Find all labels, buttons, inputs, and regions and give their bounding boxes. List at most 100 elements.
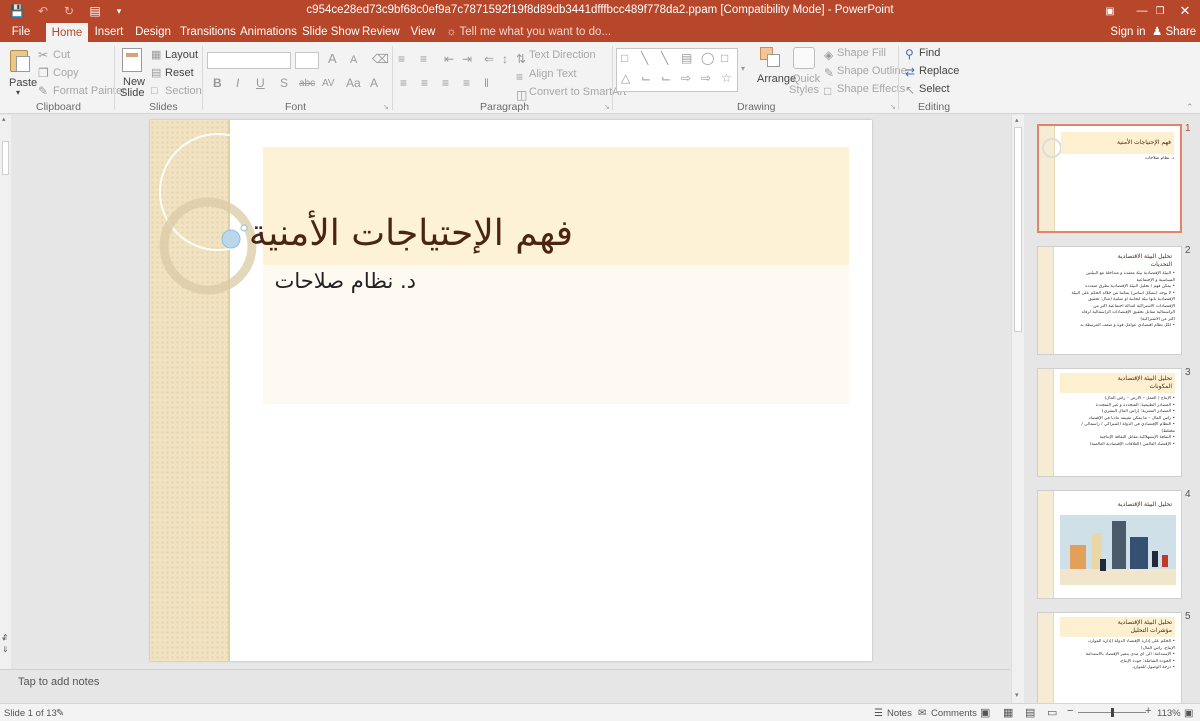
notes-pane[interactable]: Tap to add notes	[0, 669, 1010, 703]
scroll-up-icon[interactable]: ▴	[2, 115, 6, 123]
rectangle-icon[interactable]: □	[721, 51, 728, 65]
notes-button[interactable]: Notes	[887, 708, 912, 719]
gallery-more-icon[interactable]: ▾	[741, 62, 745, 76]
tab-animations[interactable]: Animations	[240, 22, 297, 42]
paste-button[interactable]: Paste	[9, 77, 37, 89]
tab-view[interactable]: View	[408, 22, 438, 42]
align-center-icon[interactable]: ≡	[421, 76, 428, 90]
tab-slide-show[interactable]: Slide Show	[302, 22, 360, 42]
text-direction-button[interactable]: Text Direction	[529, 49, 596, 61]
slide-title[interactable]: فهم الإحتياجات الأمنية	[249, 208, 849, 260]
find-button[interactable]: Find	[919, 47, 940, 59]
undo-icon[interactable]: ↶	[30, 0, 56, 22]
slide-thumbnail-1[interactable]: فهم الإحتياجات الأمنية د. نظام صلاحات	[1037, 124, 1182, 233]
close-icon[interactable]: ✕	[1170, 0, 1200, 22]
collapse-ribbon-icon[interactable]: ⌃	[1186, 100, 1194, 114]
tab-design[interactable]: Design	[134, 22, 172, 42]
textbox-icon[interactable]: ▤	[681, 51, 692, 65]
section-button[interactable]: Section	[165, 85, 202, 97]
align-right-icon[interactable]: ≡	[442, 76, 449, 90]
columns-icon[interactable]: ‖	[484, 76, 489, 90]
clear-formatting-icon[interactable]: ⌫	[372, 52, 389, 66]
character-spacing-icon[interactable]: AV	[322, 77, 335, 91]
rtl-icon[interactable]: ⇐	[484, 52, 494, 66]
bullets-icon[interactable]: ≡	[398, 52, 405, 66]
decrease-indent-icon[interactable]: ⇤	[444, 52, 454, 66]
layout-button[interactable]: Layout	[165, 49, 198, 61]
paragraph-dialog-launcher-icon[interactable]: ↘	[604, 101, 610, 115]
slide-sorter-icon[interactable]: ▦	[1003, 706, 1013, 719]
drawing-dialog-launcher-icon[interactable]: ↘	[890, 101, 896, 115]
italic-icon[interactable]: I	[236, 76, 239, 90]
slide-subtitle[interactable]: د. نظام صلاحات	[263, 266, 849, 296]
align-text-button[interactable]: Align Text	[529, 68, 577, 80]
slide-thumbnail-5[interactable]: تحليل البيئة الإقتصادية مؤشرات التحليل • …	[1037, 612, 1182, 703]
oval-icon[interactable]: ◯	[701, 51, 714, 65]
cut-button[interactable]: Cut	[53, 49, 70, 61]
reading-view-icon[interactable]: ▤	[1025, 706, 1035, 719]
zoom-level[interactable]: 113%	[1157, 708, 1181, 719]
scroll-down-icon[interactable]: ▾	[1015, 691, 1019, 699]
scroll-thumb[interactable]	[2, 141, 9, 175]
quick-styles-button-2[interactable]: Styles	[789, 84, 819, 96]
bold-icon[interactable]: B	[213, 76, 222, 90]
shapes-gallery[interactable]: □ ╲ ╲ ▤ ◯ □ △ ⌙ ⌙ ⇨ ⇨ ☆	[616, 48, 738, 92]
paste-dropdown-icon[interactable]: ▾	[16, 88, 20, 97]
numbering-icon[interactable]: ≡	[420, 52, 427, 66]
slide-thumbnail-panel[interactable]: فهم الإحتياجات الأمنية د. نظام صلاحات 1 …	[1025, 115, 1200, 703]
tab-transitions[interactable]: Transitions	[180, 22, 236, 42]
slide-thumbnail-2[interactable]: تحليل البيئة الاقتصادية التحديات • البيئة…	[1037, 246, 1182, 355]
line-icon[interactable]: ╲	[661, 51, 668, 65]
proofing-icon[interactable]: ✎	[56, 708, 64, 719]
scroll-up-icon[interactable]: ▴	[1015, 116, 1019, 124]
justify-icon[interactable]: ≡	[463, 76, 470, 90]
increase-font-size-icon[interactable]: A	[328, 52, 337, 66]
new-slide-icon[interactable]	[122, 48, 142, 72]
decrease-font-size-icon[interactable]: A	[350, 53, 357, 67]
zoom-slider-thumb[interactable]	[1111, 708, 1114, 717]
shape-outline-button[interactable]: Shape Outline	[837, 65, 907, 77]
notes-placeholder[interactable]: Tap to add notes	[18, 676, 99, 688]
scroll-thumb[interactable]	[1014, 127, 1022, 332]
font-name-input[interactable]	[207, 52, 291, 69]
new-slide-label-2[interactable]: Slide	[120, 87, 144, 99]
present-icon[interactable]: ▤	[82, 0, 108, 22]
tab-home[interactable]: Home	[46, 23, 88, 43]
text-shadow-icon[interactable]: S	[280, 76, 288, 90]
select-button[interactable]: Select	[919, 83, 950, 95]
arrange-icon[interactable]	[760, 47, 782, 69]
customize-quick-access-icon[interactable]: ▾	[106, 0, 132, 22]
replace-button[interactable]: Replace	[919, 65, 959, 77]
change-case-icon[interactable]: Aa	[346, 76, 361, 90]
save-icon[interactable]: 💾	[4, 0, 30, 22]
tab-review[interactable]: Review	[362, 22, 400, 42]
slideshow-view-icon[interactable]: ▭	[1047, 706, 1057, 719]
zoom-out-icon[interactable]: −	[1067, 705, 1073, 717]
slide-thumbnail-4[interactable]: تحليل البيئة الإقتصادية	[1037, 490, 1182, 599]
font-dialog-launcher-icon[interactable]: ↘	[383, 101, 389, 115]
reset-button[interactable]: Reset	[165, 67, 194, 79]
vertical-scrollbar[interactable]: ▴ ▾	[1011, 115, 1024, 703]
tab-file[interactable]: File	[4, 22, 38, 42]
next-slide-icon[interactable]: ⇓	[2, 645, 9, 654]
triangle-icon[interactable]: △	[621, 71, 630, 85]
normal-view-icon[interactable]: ▣	[980, 706, 990, 719]
tell-me-box[interactable]: ☼ Tell me what you want to do...	[446, 22, 611, 42]
shape-fill-button[interactable]: Shape Fill	[837, 47, 886, 59]
share-button[interactable]: ♟ Share	[1152, 22, 1196, 42]
slide-thumbnail-3[interactable]: تحليل البيئة الإقتصادية المكونات • الإنتا…	[1037, 368, 1182, 477]
zoom-in-icon[interactable]: +	[1145, 705, 1151, 717]
previous-slide-icon[interactable]: ⇑	[2, 633, 9, 642]
copy-button[interactable]: Copy	[53, 67, 79, 79]
arrow-icon[interactable]: ⇨	[681, 71, 691, 85]
star-icon[interactable]: ☆	[721, 71, 732, 85]
rectangle-icon[interactable]: □	[621, 51, 628, 65]
ribbon-display-options-icon[interactable]: ▣	[1095, 0, 1125, 22]
fit-slide-icon[interactable]: ▣	[1184, 708, 1193, 719]
strikethrough-icon[interactable]: abc	[299, 77, 315, 91]
quick-styles-icon[interactable]	[793, 47, 815, 69]
align-left-icon[interactable]: ≡	[400, 76, 407, 90]
font-size-input[interactable]	[295, 52, 319, 69]
redo-icon[interactable]: ↻	[56, 0, 82, 22]
sign-in-link[interactable]: Sign in	[1108, 22, 1148, 42]
